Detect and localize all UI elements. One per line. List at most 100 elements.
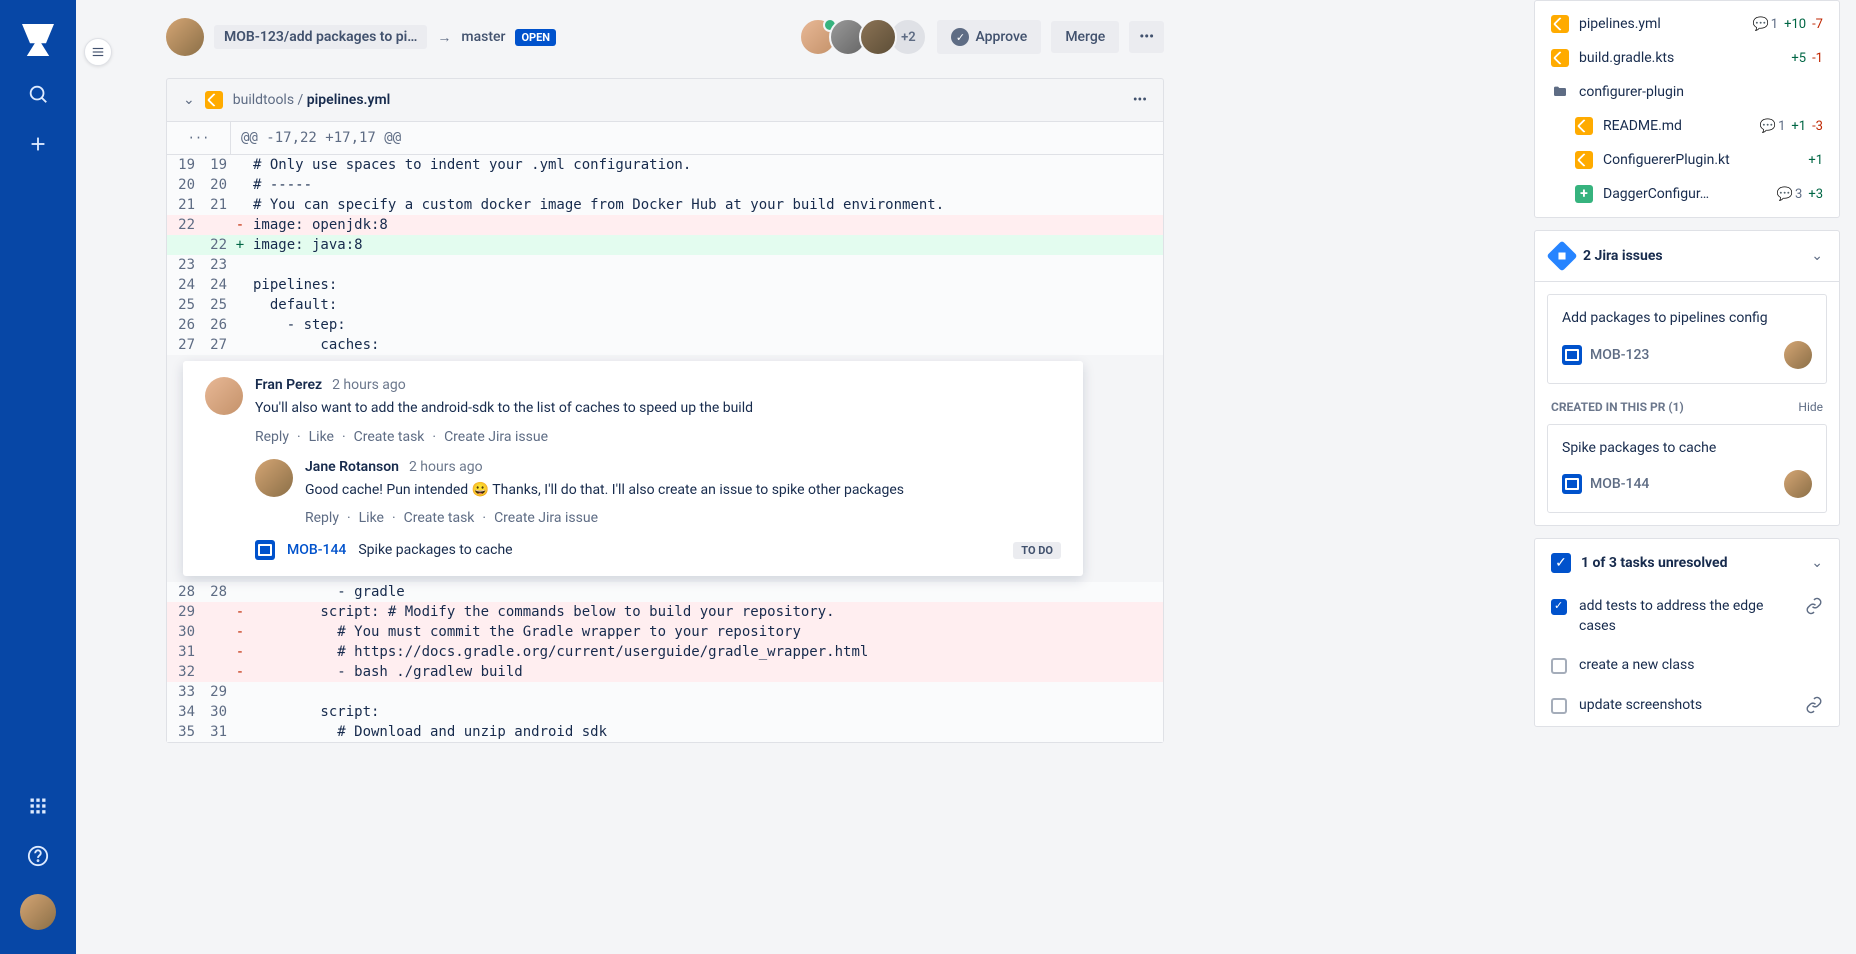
- create-task-button[interactable]: Create task: [354, 429, 425, 445]
- file-more-icon[interactable]: •••: [1133, 92, 1147, 108]
- diff-line[interactable]: 1919# Only use spaces to indent your .ym…: [167, 155, 1163, 175]
- create-task-button[interactable]: Create task: [404, 510, 475, 526]
- main-content: MOB-123/add packages to pi… → master OPE…: [166, 18, 1164, 743]
- panel-subheader: CREATED IN THIS PR (1) Hide: [1535, 396, 1839, 424]
- sidebar-toggle-button[interactable]: [84, 38, 112, 66]
- linked-jira-issue[interactable]: MOB-144 Spike packages to cache TO DO: [255, 540, 1061, 560]
- author-avatar[interactable]: [166, 18, 204, 56]
- more-actions-button[interactable]: •••: [1129, 21, 1164, 53]
- source-branch[interactable]: MOB-123/add packages to pi…: [214, 25, 427, 49]
- diff-line[interactable]: 2323: [167, 255, 1163, 275]
- merge-button[interactable]: Merge: [1051, 21, 1119, 53]
- file-tree-item[interactable]: build.gradle.kts +5-1: [1535, 41, 1839, 75]
- search-icon[interactable]: [26, 82, 50, 106]
- diff-line[interactable]: 2525 default:: [167, 295, 1163, 315]
- pr-header: MOB-123/add packages to pi… → master OPE…: [166, 18, 1164, 56]
- link-icon[interactable]: [1805, 696, 1823, 714]
- reply-button[interactable]: Reply: [305, 510, 339, 526]
- issue-status-badge: TO DO: [1013, 542, 1061, 559]
- jira-issue-card[interactable]: Spike packages to cache MOB-144: [1547, 424, 1827, 514]
- diff-line[interactable]: 3329: [167, 682, 1163, 702]
- chevron-down-icon[interactable]: ⌄: [183, 92, 195, 108]
- create-jira-button[interactable]: Create Jira issue: [444, 429, 548, 445]
- create-icon[interactable]: [26, 132, 50, 156]
- task-checkbox[interactable]: [1551, 658, 1567, 674]
- task-checkbox[interactable]: [1551, 599, 1567, 615]
- assignee-avatar[interactable]: [1784, 341, 1812, 369]
- apps-icon[interactable]: [26, 794, 50, 818]
- like-button[interactable]: Like: [359, 510, 384, 526]
- target-branch[interactable]: master: [461, 29, 505, 45]
- diff-line[interactable]: 3430 script:: [167, 702, 1163, 722]
- folder-icon: [1551, 83, 1569, 101]
- comment-reply: Jane Rotanson2 hours ago Good cache! Pun…: [255, 459, 1061, 527]
- file-path: buildtools / pipelines.yml: [233, 92, 391, 108]
- comment-author[interactable]: Jane Rotanson: [305, 459, 399, 475]
- file-tree-item[interactable]: pipelines.yml 💬1+10-7: [1535, 7, 1839, 41]
- approve-button[interactable]: ✓Approve: [937, 20, 1041, 54]
- issue-key[interactable]: MOB-144: [287, 542, 346, 558]
- jira-icon: [1546, 240, 1577, 271]
- diff-line[interactable]: 2626 - step:: [167, 315, 1163, 335]
- tasks-panel: ✓ 1 of 3 tasks unresolved ⌄ add tests to…: [1534, 538, 1840, 726]
- diff-line[interactable]: 2727 caches:: [167, 335, 1163, 355]
- jira-issue-card[interactable]: Add packages to pipelines config MOB-123: [1547, 294, 1827, 384]
- comment-avatar[interactable]: [255, 459, 293, 497]
- file-tree-item[interactable]: + DaggerConfigur… 💬3+3: [1535, 177, 1839, 211]
- jira-issue-icon: [1562, 474, 1582, 494]
- diff-line[interactable]: 2020# -----: [167, 175, 1163, 195]
- chevron-down-icon[interactable]: ⌄: [1811, 555, 1823, 571]
- comment-avatar[interactable]: [205, 377, 243, 415]
- assignee-avatar[interactable]: [1784, 470, 1812, 498]
- comment-count-icon: 💬3: [1777, 187, 1803, 202]
- comment: Fran Perez 2 hours ago You'll also want t…: [205, 377, 1061, 445]
- modified-icon: [1575, 117, 1593, 135]
- comment-text: You'll also want to add the android-sdk …: [255, 399, 1061, 419]
- file-modified-icon: [205, 91, 223, 109]
- jira-issue-icon: [1562, 345, 1582, 365]
- file-tree-folder[interactable]: configurer-plugin: [1535, 75, 1839, 109]
- expand-hunk-button[interactable]: ···: [167, 122, 231, 154]
- like-button[interactable]: Like: [309, 429, 334, 445]
- diff-line[interactable]: 2424pipelines:: [167, 275, 1163, 295]
- profile-avatar[interactable]: [20, 894, 56, 930]
- link-icon[interactable]: [1805, 597, 1823, 615]
- comment-text: Good cache! Pun intended 😀 Thanks, I'll …: [305, 481, 1061, 501]
- arrow-icon: →: [437, 29, 451, 46]
- panel-header[interactable]: ✓ 1 of 3 tasks unresolved ⌄: [1535, 539, 1839, 587]
- diff-line[interactable]: 32- - bash ./gradlew build: [167, 662, 1163, 682]
- reply-button[interactable]: Reply: [255, 429, 289, 445]
- help-icon[interactable]: [26, 844, 50, 868]
- comment-count-icon: 💬1: [1760, 119, 1786, 134]
- bitbucket-logo-icon[interactable]: [22, 24, 54, 56]
- modified-icon: [1575, 151, 1593, 169]
- diff-line[interactable]: 22-image: openjdk:8: [167, 215, 1163, 235]
- diff-line[interactable]: 3531 # Download and unzip android sdk: [167, 722, 1163, 742]
- jira-issue-icon: [255, 540, 275, 560]
- diff-line[interactable]: 30- # You must commit the Gradle wrapper…: [167, 622, 1163, 642]
- file-header[interactable]: ⌄ buildtools / pipelines.yml •••: [167, 79, 1163, 122]
- comment-time: 2 hours ago: [332, 377, 406, 393]
- create-jira-button[interactable]: Create Jira issue: [494, 510, 598, 526]
- diff-line[interactable]: 31- # https://docs.gradle.org/current/us…: [167, 642, 1163, 662]
- file-tree-item[interactable]: README.md 💬1+1-3: [1535, 109, 1839, 143]
- comment-actions: Reply· Like· Create task· Create Jira is…: [305, 510, 1061, 526]
- task-item[interactable]: update screenshots: [1535, 686, 1839, 726]
- chevron-down-icon[interactable]: ⌄: [1811, 248, 1823, 264]
- comment-actions: Reply· Like· Create task· Create Jira is…: [255, 429, 1061, 445]
- issue-summary: Spike packages to cache: [358, 542, 512, 558]
- task-item[interactable]: add tests to address the edge cases: [1535, 587, 1839, 646]
- task-checkbox[interactable]: [1551, 698, 1567, 714]
- modified-icon: [1551, 15, 1569, 33]
- reviewers-facepile[interactable]: +2: [807, 18, 927, 56]
- hide-button[interactable]: Hide: [1798, 400, 1823, 414]
- diff-line[interactable]: 29- script: # Modify the commands below …: [167, 602, 1163, 622]
- diff-line[interactable]: 22+image: java:8: [167, 235, 1163, 255]
- task-item[interactable]: create a new class: [1535, 646, 1839, 686]
- comment-author[interactable]: Fran Perez: [255, 377, 322, 393]
- file-tree-item[interactable]: ConfiguererPlugin.kt +1: [1535, 143, 1839, 177]
- diff-line[interactable]: 2828 - gradle: [167, 582, 1163, 602]
- modified-icon: [1551, 49, 1569, 67]
- diff-line[interactable]: 2121# You can specify a custom docker im…: [167, 195, 1163, 215]
- panel-header[interactable]: 2 Jira issues ⌄: [1535, 231, 1839, 282]
